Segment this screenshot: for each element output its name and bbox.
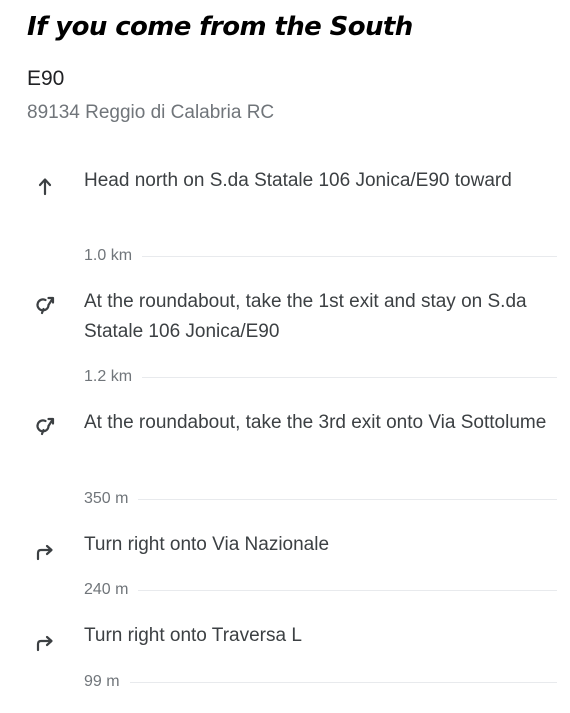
step-instruction: At the roundabout, take the 3rd exit ont… [84, 412, 547, 433]
turn-right-icon [33, 539, 57, 563]
step-instruction: Head north on S.da Statale 106 Jonica/E9… [84, 170, 512, 191]
divider [129, 681, 557, 683]
distance-row: 1.0 km [84, 246, 557, 266]
destination-name: E90 [27, 67, 65, 90]
distance-row: 99 m [84, 672, 557, 692]
distance-row: 350 m [84, 489, 557, 509]
step-instruction: Turn right onto Via Nazionale [84, 534, 330, 555]
destination-address: 89134 Reggio di Calabria RC [27, 102, 275, 123]
step-distance: 99 m [84, 673, 120, 690]
step-instruction: Turn right onto Traversa L [84, 625, 302, 646]
step-distance: 1.0 km [84, 247, 133, 264]
step-distance: 1.2 km [84, 368, 133, 385]
step-instruction: At the roundabout, take the 1st exit and… [84, 291, 527, 342]
divider [142, 376, 557, 378]
page-title: If you come from the South [27, 12, 413, 42]
divider [138, 589, 557, 591]
step-distance: 240 m [84, 581, 129, 598]
divider [142, 255, 557, 257]
step-distance: 350 m [84, 490, 129, 507]
arrow-up-icon [33, 174, 57, 198]
distance-row: 240 m [84, 580, 557, 600]
distance-row: 1.2 km [84, 367, 557, 387]
roundabout-icon [33, 414, 57, 438]
turn-right-icon [33, 630, 57, 654]
roundabout-icon [33, 293, 57, 317]
divider [138, 498, 557, 500]
